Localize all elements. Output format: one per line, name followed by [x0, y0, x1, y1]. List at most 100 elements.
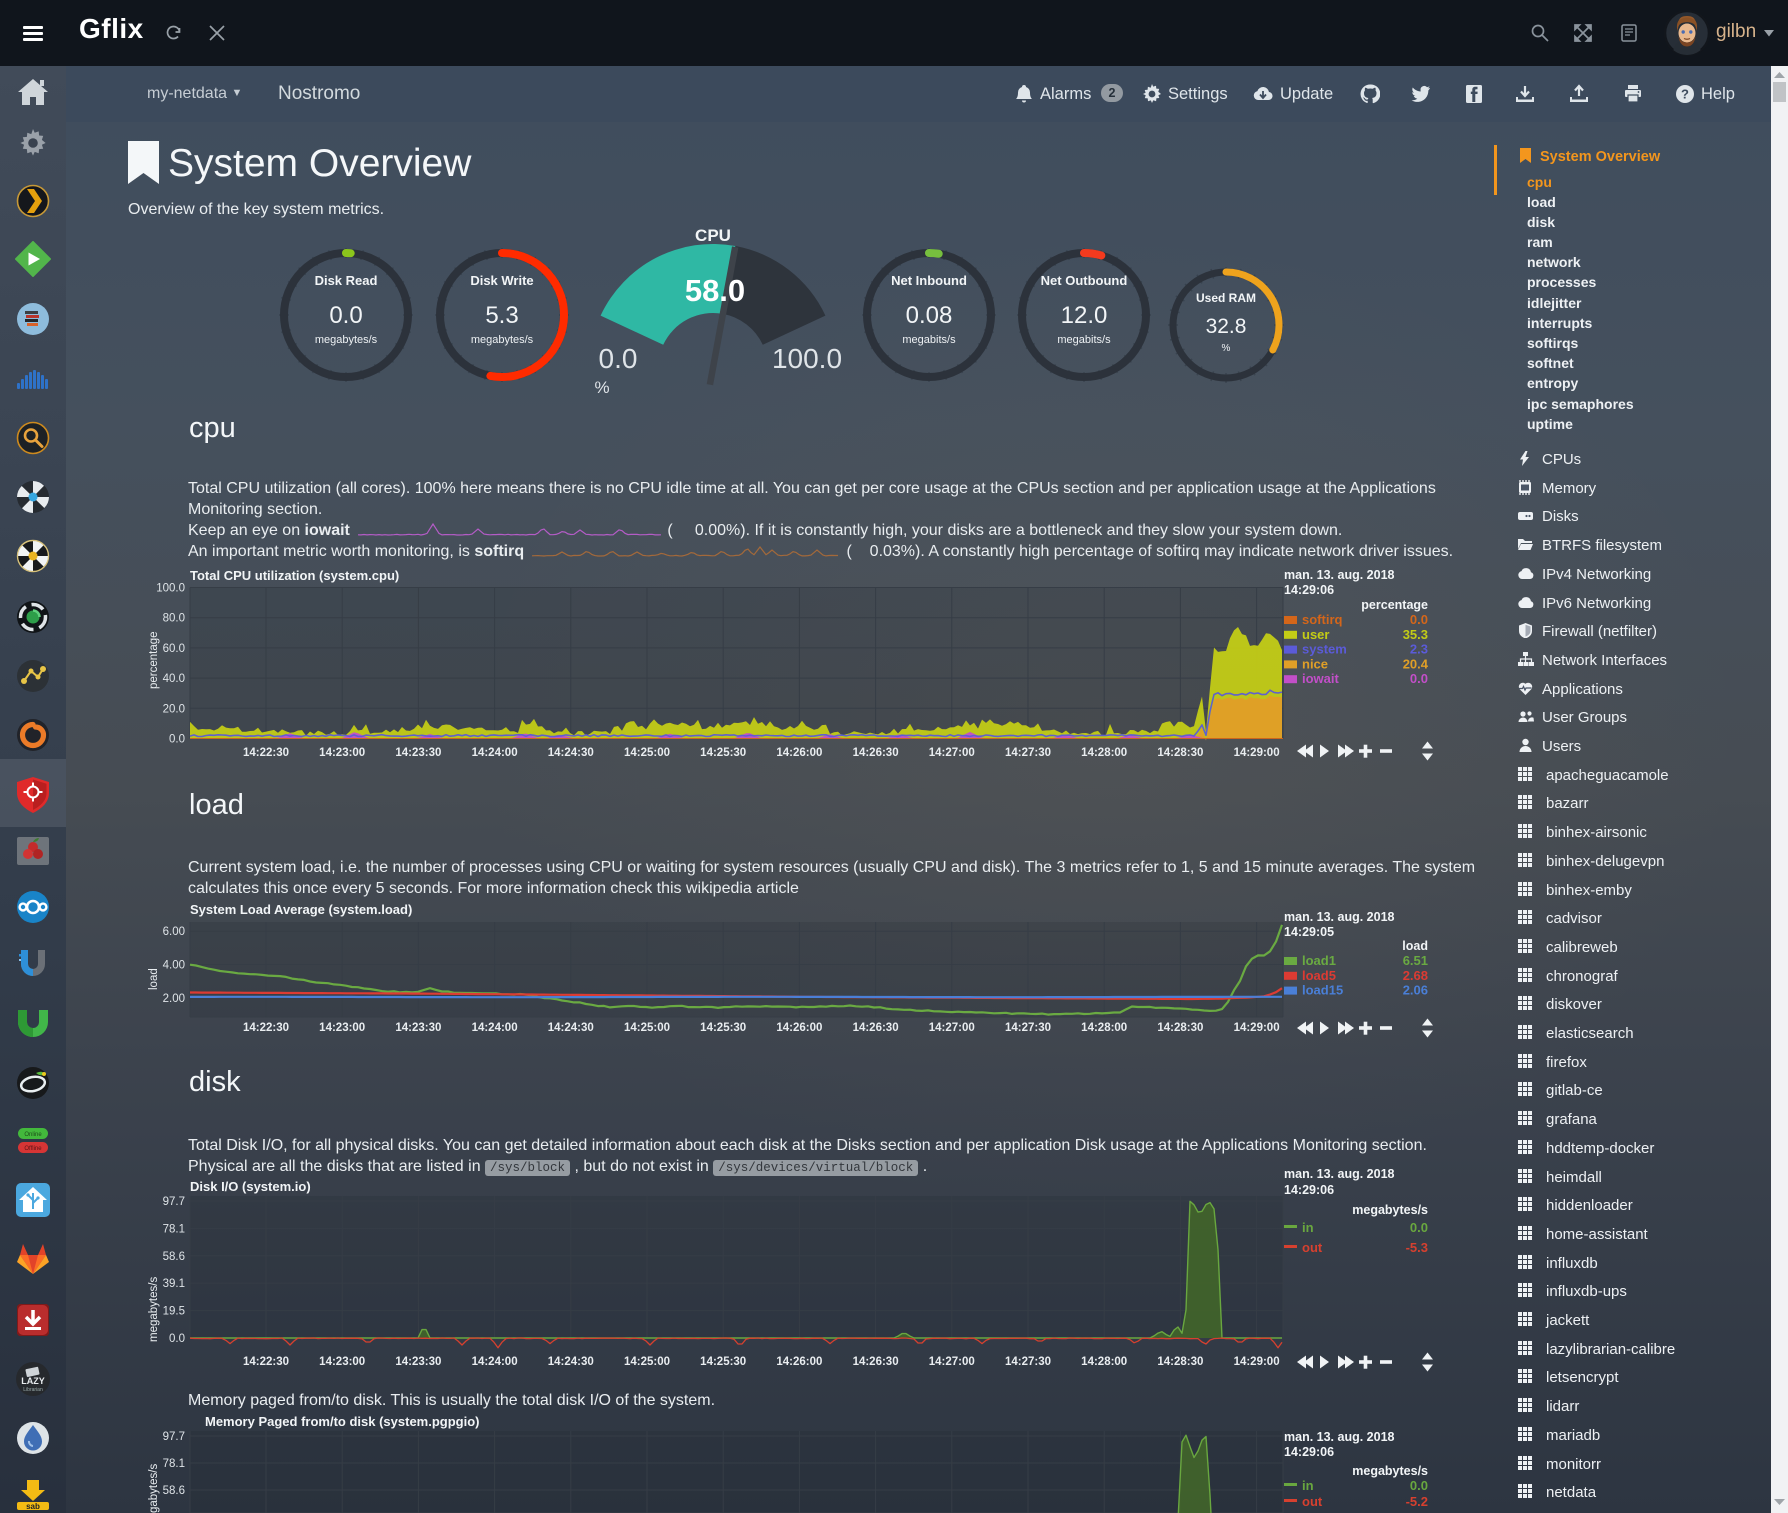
svg-text:nice: nice: [1302, 656, 1328, 671]
svg-text:14:24:30: 14:24:30: [548, 1022, 594, 1034]
svg-text:man. 13. aug. 2018: man. 13. aug. 2018: [1284, 1430, 1395, 1444]
svg-text:Offline: Offline: [24, 1146, 42, 1152]
svg-text:14:29:06: 14:29:06: [1284, 1445, 1334, 1459]
svg-text:14:26:00: 14:26:00: [776, 1022, 822, 1034]
svg-text:load: load: [1402, 939, 1428, 953]
svg-text:%: %: [1222, 343, 1231, 354]
svg-text:32.8: 32.8: [1206, 315, 1247, 338]
svg-text:2.06: 2.06: [1403, 983, 1428, 998]
svg-text:%: %: [594, 378, 609, 397]
svg-text:14:26:30: 14:26:30: [853, 747, 899, 759]
svg-text:0.0: 0.0: [329, 302, 362, 329]
svg-text:14:29:05: 14:29:05: [1284, 925, 1334, 939]
svg-text:14:29:00: 14:29:00: [1234, 1022, 1280, 1034]
svg-text:Net Outbound: Net Outbound: [1041, 273, 1128, 288]
svg-text:14:28:30: 14:28:30: [1157, 1022, 1203, 1034]
svg-text:0.0: 0.0: [599, 343, 638, 374]
svg-text:14:22:30: 14:22:30: [243, 747, 289, 759]
svg-text:6.51: 6.51: [1403, 953, 1428, 968]
svg-text:14:25:00: 14:25:00: [624, 747, 670, 759]
svg-text:14:22:30: 14:22:30: [243, 1022, 289, 1034]
svg-text:14:26:30: 14:26:30: [853, 1356, 899, 1368]
svg-text:39.1: 39.1: [163, 1278, 185, 1290]
svg-text:14:26:00: 14:26:00: [776, 1356, 822, 1368]
svg-text:14:29:00: 14:29:00: [1234, 1356, 1280, 1368]
svg-text:Total CPU utilization (system.: Total CPU utilization (system.cpu): [190, 568, 399, 583]
svg-text:58.6: 58.6: [163, 1485, 185, 1497]
svg-text:2.68: 2.68: [1403, 968, 1428, 983]
svg-text:14:23:30: 14:23:30: [395, 1022, 441, 1034]
svg-text:14:24:30: 14:24:30: [548, 747, 594, 759]
svg-text:2.00: 2.00: [163, 993, 185, 1005]
svg-text:in: in: [1302, 1478, 1314, 1493]
svg-text:out: out: [1302, 1240, 1323, 1255]
svg-text:14:24:00: 14:24:00: [472, 1022, 518, 1034]
svg-text:megabytes/s: megabytes/s: [1352, 1464, 1428, 1478]
svg-text:14:24:00: 14:24:00: [472, 747, 518, 759]
svg-text:Online: Online: [24, 1132, 42, 1138]
svg-text:58.6: 58.6: [163, 1251, 185, 1263]
svg-text:14:24:30: 14:24:30: [548, 1356, 594, 1368]
svg-text:0.0: 0.0: [1410, 671, 1428, 686]
svg-text:Used RAM: Used RAM: [1196, 291, 1256, 305]
svg-text:78.1: 78.1: [163, 1458, 185, 1470]
svg-text:14:23:00: 14:23:00: [319, 1356, 365, 1368]
svg-text:load1: load1: [1302, 953, 1336, 968]
svg-text:-5.3: -5.3: [1406, 1240, 1428, 1255]
svg-text:14:27:00: 14:27:00: [929, 1356, 975, 1368]
svg-text:man. 13. aug. 2018: man. 13. aug. 2018: [1284, 1167, 1395, 1181]
svg-text:Disk Write: Disk Write: [470, 273, 533, 288]
svg-text:6.00: 6.00: [163, 926, 185, 938]
svg-text:14:22:30: 14:22:30: [243, 1356, 289, 1368]
svg-text:14:28:30: 14:28:30: [1157, 747, 1203, 759]
svg-text:100.0: 100.0: [772, 343, 842, 374]
svg-text:20.0: 20.0: [163, 703, 185, 715]
svg-text:-5.2: -5.2: [1406, 1494, 1428, 1509]
svg-text:97.7: 97.7: [163, 1196, 185, 1208]
svg-text:Disk I/O (system.io): Disk I/O (system.io): [190, 1179, 311, 1194]
svg-text:58.0: 58.0: [685, 273, 745, 308]
svg-text:Disk Read: Disk Read: [315, 273, 378, 288]
svg-text:0.0: 0.0: [169, 1333, 185, 1345]
svg-text:14:27:30: 14:27:30: [1005, 1022, 1051, 1034]
svg-text:0.08: 0.08: [906, 302, 953, 329]
svg-text:60.0: 60.0: [163, 643, 185, 655]
svg-text:100.0: 100.0: [156, 583, 185, 595]
svg-text:14:23:00: 14:23:00: [319, 1022, 365, 1034]
svg-text:sab: sab: [26, 1502, 40, 1510]
svg-text:12.0: 12.0: [1061, 302, 1108, 329]
svg-text:14:28:00: 14:28:00: [1081, 1356, 1127, 1368]
svg-text:14:27:30: 14:27:30: [1005, 747, 1051, 759]
svg-text:System Load Average (system.lo: System Load Average (system.load): [190, 902, 412, 917]
svg-text:0.0: 0.0: [1410, 1478, 1428, 1493]
svg-text:14:29:06: 14:29:06: [1284, 1183, 1334, 1197]
svg-text:78.1: 78.1: [163, 1223, 185, 1235]
svg-text:man. 13. aug. 2018: man. 13. aug. 2018: [1284, 568, 1395, 582]
svg-text:14:28:00: 14:28:00: [1081, 747, 1127, 759]
svg-text:14:25:30: 14:25:30: [700, 747, 746, 759]
svg-text:5.3: 5.3: [485, 302, 518, 329]
svg-text:Memory Paged from/to disk (sys: Memory Paged from/to disk (system.pgpgio…: [205, 1414, 480, 1429]
svg-text:35.3: 35.3: [1403, 627, 1428, 642]
svg-text:14:23:00: 14:23:00: [319, 747, 365, 759]
svg-text:14:23:30: 14:23:30: [395, 1356, 441, 1368]
svg-text:Net Inbound: Net Inbound: [891, 273, 967, 288]
svg-text:14:24:00: 14:24:00: [472, 1356, 518, 1368]
svg-text:megabits/s: megabits/s: [1057, 334, 1111, 346]
svg-text:CPU: CPU: [695, 226, 731, 245]
svg-text:iowait: iowait: [1302, 671, 1340, 686]
svg-text:40.0: 40.0: [163, 673, 185, 685]
svg-text:19.5: 19.5: [163, 1306, 185, 1318]
svg-text:14:25:00: 14:25:00: [624, 1356, 670, 1368]
svg-text:load5: load5: [1302, 968, 1336, 983]
svg-text:20.4: 20.4: [1403, 656, 1429, 671]
svg-text:4.00: 4.00: [163, 960, 185, 972]
svg-text:14:26:30: 14:26:30: [853, 1022, 899, 1034]
svg-text:14:28:00: 14:28:00: [1081, 1022, 1127, 1034]
svg-text:user: user: [1302, 627, 1329, 642]
svg-text:0.0: 0.0: [169, 734, 185, 746]
svg-text:Librarian: Librarian: [23, 1387, 43, 1393]
svg-text:14:26:00: 14:26:00: [776, 747, 822, 759]
svg-text:14:27:00: 14:27:00: [929, 747, 975, 759]
svg-text:load15: load15: [1302, 983, 1343, 998]
